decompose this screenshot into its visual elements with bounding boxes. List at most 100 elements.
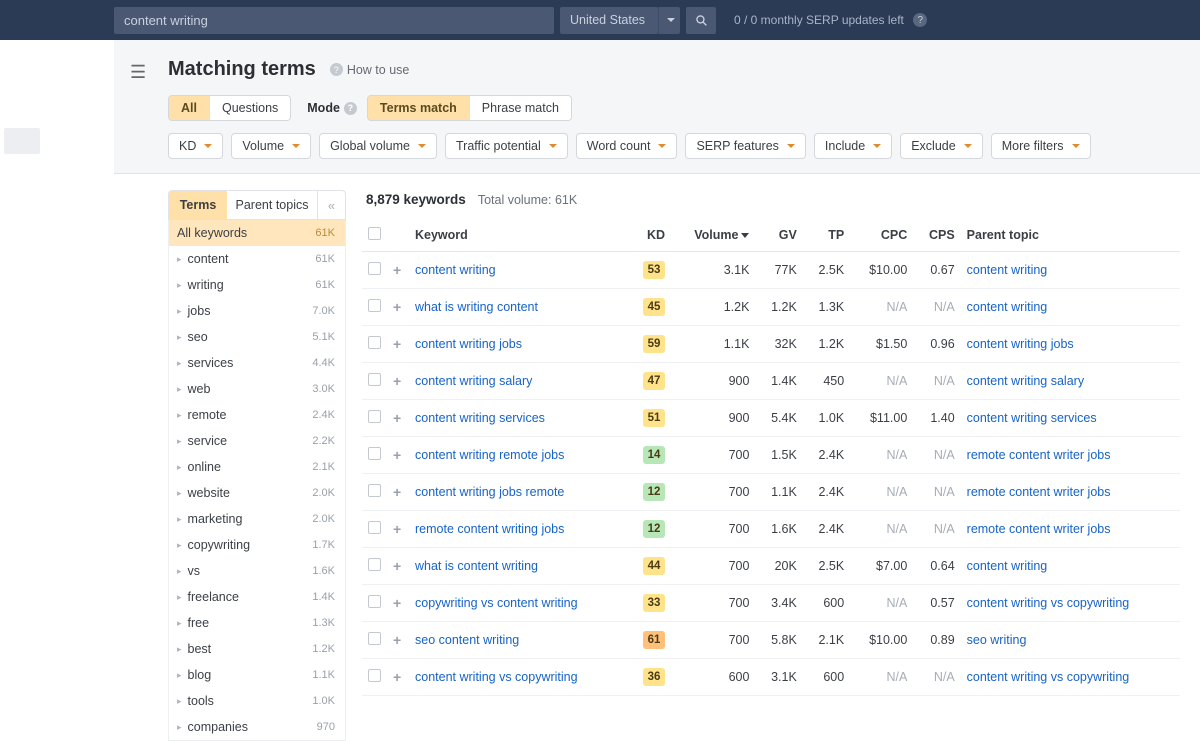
parent-topic-link[interactable]: remote content writer jobs bbox=[967, 448, 1111, 462]
sidebar-item[interactable]: ▸website2.0K bbox=[169, 480, 345, 506]
sidebar-item[interactable]: ▸writing61K bbox=[169, 272, 345, 298]
filter-word-count[interactable]: Word count bbox=[576, 133, 678, 159]
parent-topic-link[interactable]: content writing bbox=[967, 300, 1048, 314]
sidebar-item[interactable]: ▸best1.2K bbox=[169, 636, 345, 662]
add-keyword-button[interactable]: + bbox=[393, 632, 401, 648]
add-keyword-button[interactable]: + bbox=[393, 521, 401, 537]
keyword-link[interactable]: content writing salary bbox=[415, 374, 532, 388]
parent-topic-link[interactable]: content writing vs copywriting bbox=[967, 670, 1130, 684]
help-icon[interactable]: ? bbox=[913, 13, 927, 27]
row-checkbox[interactable] bbox=[368, 447, 381, 460]
add-keyword-button[interactable]: + bbox=[393, 262, 401, 278]
col-keyword[interactable]: Keyword bbox=[409, 219, 628, 252]
keyword-search-input[interactable]: content writing bbox=[114, 7, 554, 34]
keyword-link[interactable]: seo content writing bbox=[415, 633, 519, 647]
keyword-link[interactable]: remote content writing jobs bbox=[415, 522, 564, 536]
parent-topic-link[interactable]: content writing jobs bbox=[967, 337, 1074, 351]
sidebar-tab-parent-topics[interactable]: Parent topics bbox=[227, 191, 317, 219]
parent-topic-link[interactable]: content writing services bbox=[967, 411, 1097, 425]
filter-more[interactable]: More filters bbox=[991, 133, 1091, 159]
sidebar-item[interactable]: ▸marketing2.0K bbox=[169, 506, 345, 532]
parent-topic-link[interactable]: content writing salary bbox=[967, 374, 1084, 388]
parent-topic-link[interactable]: remote content writer jobs bbox=[967, 485, 1111, 499]
keyword-link[interactable]: content writing jobs remote bbox=[415, 485, 564, 499]
keyword-link[interactable]: copywriting vs content writing bbox=[415, 596, 578, 610]
sidebar-item[interactable]: ▸services4.4K bbox=[169, 350, 345, 376]
row-checkbox[interactable] bbox=[368, 558, 381, 571]
sidebar-item[interactable]: ▸copywriting1.7K bbox=[169, 532, 345, 558]
sidebar-item[interactable]: ▸seo5.1K bbox=[169, 324, 345, 350]
country-select[interactable]: United States bbox=[560, 7, 658, 34]
sidebar-item[interactable]: ▸remote2.4K bbox=[169, 402, 345, 428]
sidebar-item[interactable]: ▸freelance1.4K bbox=[169, 584, 345, 610]
help-icon[interactable]: ? bbox=[344, 102, 357, 115]
row-checkbox[interactable] bbox=[368, 373, 381, 386]
filter-traffic-potential[interactable]: Traffic potential bbox=[445, 133, 568, 159]
row-checkbox[interactable] bbox=[368, 669, 381, 682]
row-checkbox[interactable] bbox=[368, 410, 381, 423]
tab-terms-match[interactable]: Terms match bbox=[368, 96, 469, 120]
row-checkbox[interactable] bbox=[368, 632, 381, 645]
menu-icon[interactable]: ☰ bbox=[130, 62, 146, 83]
col-tp[interactable]: TP bbox=[803, 219, 850, 252]
col-volume[interactable]: Volume bbox=[671, 219, 755, 252]
sidebar-item[interactable]: ▸online2.1K bbox=[169, 454, 345, 480]
parent-topic-link[interactable]: content writing bbox=[967, 263, 1048, 277]
sidebar-item[interactable]: ▸companies970 bbox=[169, 714, 345, 740]
sidebar-collapse[interactable]: « bbox=[317, 191, 345, 219]
add-keyword-button[interactable]: + bbox=[393, 336, 401, 352]
filter-include[interactable]: Include bbox=[814, 133, 892, 159]
add-keyword-button[interactable]: + bbox=[393, 447, 401, 463]
sidebar-item[interactable]: ▸free1.3K bbox=[169, 610, 345, 636]
add-keyword-button[interactable]: + bbox=[393, 669, 401, 685]
sidebar-item[interactable]: ▸tools1.0K bbox=[169, 688, 345, 714]
keyword-link[interactable]: content writing remote jobs bbox=[415, 448, 564, 462]
add-keyword-button[interactable]: + bbox=[393, 558, 401, 574]
parent-topic-link[interactable]: remote content writer jobs bbox=[967, 522, 1111, 536]
sidebar-item[interactable]: ▸jobs7.0K bbox=[169, 298, 345, 324]
row-checkbox[interactable] bbox=[368, 595, 381, 608]
how-to-use-link[interactable]: ? How to use bbox=[330, 63, 410, 77]
row-checkbox[interactable] bbox=[368, 262, 381, 275]
keyword-link[interactable]: what is content writing bbox=[415, 559, 538, 573]
filter-volume[interactable]: Volume bbox=[231, 133, 311, 159]
parent-topic-link[interactable]: content writing bbox=[967, 559, 1048, 573]
keyword-link[interactable]: content writing jobs bbox=[415, 337, 522, 351]
row-checkbox[interactable] bbox=[368, 484, 381, 497]
filter-exclude[interactable]: Exclude bbox=[900, 133, 982, 159]
tab-phrase-match[interactable]: Phrase match bbox=[469, 96, 571, 120]
keyword-link[interactable]: content writing bbox=[415, 263, 496, 277]
add-keyword-button[interactable]: + bbox=[393, 484, 401, 500]
filter-global-volume[interactable]: Global volume bbox=[319, 133, 437, 159]
keyword-link[interactable]: content writing services bbox=[415, 411, 545, 425]
search-button[interactable] bbox=[686, 7, 716, 34]
sidebar-tab-terms[interactable]: Terms bbox=[169, 191, 227, 219]
sidebar-item[interactable]: ▸content61K bbox=[169, 246, 345, 272]
select-all-checkbox[interactable] bbox=[368, 227, 381, 240]
sidebar-item[interactable]: ▸service2.2K bbox=[169, 428, 345, 454]
add-keyword-button[interactable]: + bbox=[393, 595, 401, 611]
tab-questions[interactable]: Questions bbox=[209, 96, 290, 120]
row-checkbox[interactable] bbox=[368, 521, 381, 534]
keyword-link[interactable]: what is writing content bbox=[415, 300, 538, 314]
add-keyword-button[interactable]: + bbox=[393, 373, 401, 389]
col-gv[interactable]: GV bbox=[755, 219, 802, 252]
country-caret[interactable] bbox=[658, 7, 680, 34]
add-keyword-button[interactable]: + bbox=[393, 410, 401, 426]
sidebar-item-all-keywords[interactable]: All keywords 61K bbox=[169, 220, 345, 246]
sidebar-item[interactable]: ▸vs1.6K bbox=[169, 558, 345, 584]
filter-serp-features[interactable]: SERP features bbox=[685, 133, 805, 159]
col-kd[interactable]: KD bbox=[628, 219, 671, 252]
row-checkbox[interactable] bbox=[368, 299, 381, 312]
add-keyword-button[interactable]: + bbox=[393, 299, 401, 315]
parent-topic-link[interactable]: content writing vs copywriting bbox=[967, 596, 1130, 610]
sidebar-item[interactable]: ▸web3.0K bbox=[169, 376, 345, 402]
parent-topic-link[interactable]: seo writing bbox=[967, 633, 1027, 647]
col-cps[interactable]: CPS bbox=[913, 219, 960, 252]
col-parent-topic[interactable]: Parent topic bbox=[961, 219, 1180, 252]
col-cpc[interactable]: CPC bbox=[850, 219, 913, 252]
tab-all[interactable]: All bbox=[169, 96, 209, 120]
keyword-link[interactable]: content writing vs copywriting bbox=[415, 670, 578, 684]
row-checkbox[interactable] bbox=[368, 336, 381, 349]
filter-kd[interactable]: KD bbox=[168, 133, 223, 159]
